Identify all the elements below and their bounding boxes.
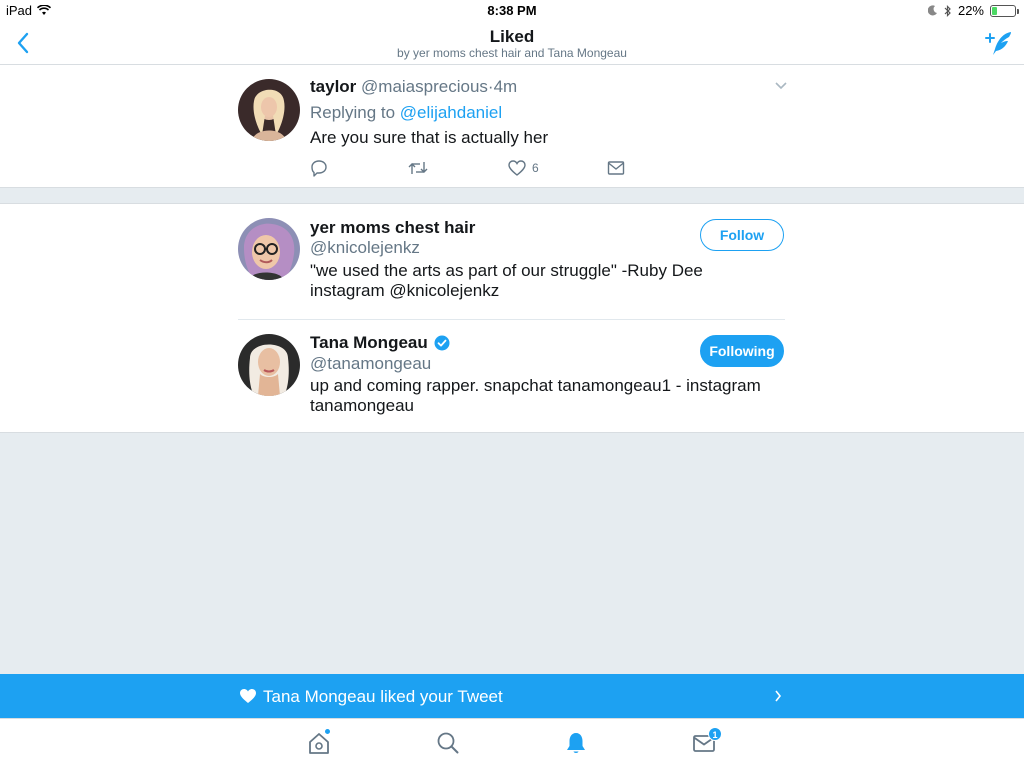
tab-notifications[interactable] bbox=[562, 729, 590, 757]
heart-icon bbox=[240, 689, 256, 703]
tab-bar: 1 bbox=[0, 718, 1024, 768]
tweet-text: Are you sure that is actually her bbox=[310, 128, 549, 147]
divider bbox=[238, 319, 785, 320]
tab-search[interactable] bbox=[434, 729, 462, 757]
retweet-icon bbox=[408, 162, 428, 174]
verified-badge-icon bbox=[434, 335, 450, 351]
user-avatar[interactable] bbox=[238, 334, 300, 396]
page-title: Liked bbox=[489, 27, 535, 46]
reply-icon bbox=[311, 160, 327, 177]
tweet-header: taylor @maiasprecious·4m bbox=[310, 77, 517, 97]
liked-by-list: yer moms chest hair @knicolejenkz "we us… bbox=[0, 203, 1024, 433]
user-name[interactable]: Tana Mongeau bbox=[310, 333, 428, 353]
notification-banner[interactable]: Tana Mongeau liked your Tweet bbox=[0, 674, 1024, 718]
banner-text: Tana Mongeau liked your Tweet bbox=[263, 687, 503, 706]
user-avatar[interactable] bbox=[238, 218, 300, 280]
messages-badge: 1 bbox=[708, 727, 722, 741]
home-badge-dot bbox=[324, 728, 331, 735]
status-right: 22% bbox=[927, 3, 1019, 18]
user-handle[interactable]: @tanamongeau bbox=[310, 354, 431, 374]
user-name-wrap: yer moms chest hair bbox=[310, 218, 475, 238]
page-subtitle: by yer moms chest hair and Tana Mongeau bbox=[397, 46, 627, 60]
retweet-button[interactable] bbox=[408, 158, 428, 178]
follow-button[interactable]: Follow bbox=[700, 219, 784, 251]
nav-bar: Liked by yer moms chest hair and Tana Mo… bbox=[0, 22, 1024, 65]
replying-to-line: Replying to @elijahdaniel bbox=[310, 103, 502, 123]
tab-home[interactable] bbox=[305, 728, 333, 757]
battery-fill bbox=[992, 6, 997, 15]
replying-mention-link[interactable]: @elijahdaniel bbox=[400, 103, 502, 122]
bluetooth-icon bbox=[944, 4, 951, 17]
search-icon bbox=[437, 732, 459, 754]
user-bio: "we used the arts as part of our struggl… bbox=[310, 261, 703, 300]
envelope-icon bbox=[607, 161, 625, 175]
direct-message-button[interactable] bbox=[607, 158, 625, 178]
chevron-right-icon bbox=[775, 690, 782, 702]
reply-button[interactable] bbox=[310, 158, 328, 178]
moon-icon bbox=[927, 5, 937, 16]
tweet-author-handle[interactable]: @maiasprecious bbox=[361, 77, 488, 96]
user-name-wrap: Tana Mongeau bbox=[310, 333, 450, 353]
compose-quill-icon[interactable] bbox=[984, 29, 1014, 57]
status-time: 8:38 PM bbox=[487, 3, 537, 18]
tweet-author-avatar[interactable] bbox=[238, 79, 300, 141]
tweet-author-name[interactable]: taylor bbox=[310, 77, 356, 96]
user-bio: up and coming rapper. snapchat tanamonge… bbox=[310, 376, 761, 415]
user-name[interactable]: yer moms chest hair bbox=[310, 218, 475, 238]
status-bar: iPad 8:38 PM 22% bbox=[0, 0, 1024, 22]
like-count: 6 bbox=[532, 161, 539, 175]
battery-icon bbox=[990, 4, 1019, 17]
battery-percent: 22% bbox=[957, 3, 984, 18]
heart-outline-icon bbox=[508, 160, 526, 176]
tweet-card[interactable]: taylor @maiasprecious·4m Replying to @el… bbox=[0, 65, 1024, 188]
following-button[interactable]: Following bbox=[700, 335, 784, 367]
like-button[interactable]: 6 bbox=[508, 158, 539, 178]
replying-prefix: Replying to bbox=[310, 103, 396, 122]
user-handle[interactable]: @knicolejenkz bbox=[310, 238, 420, 258]
bell-icon bbox=[567, 733, 585, 753]
chevron-down-icon[interactable] bbox=[774, 81, 788, 91]
tweet-time: 4m bbox=[493, 77, 518, 96]
tab-messages[interactable]: 1 bbox=[690, 727, 722, 757]
